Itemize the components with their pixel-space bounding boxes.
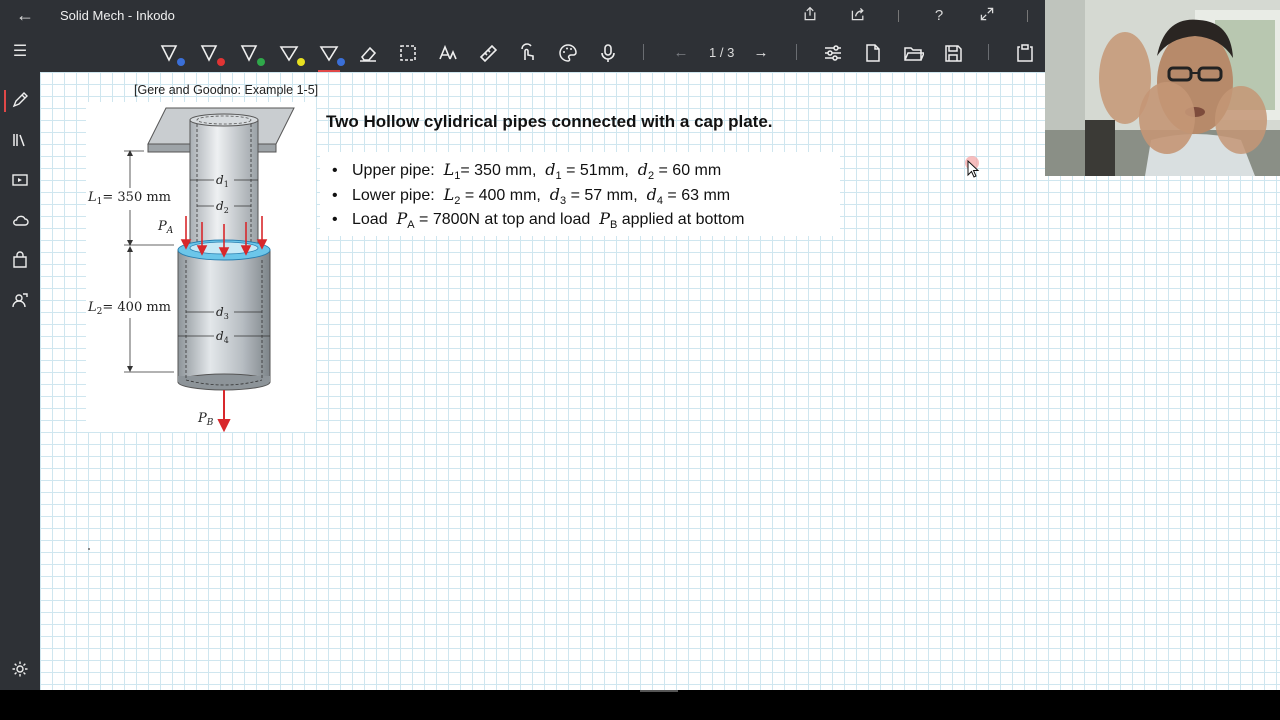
app-window: ← Solid Mech - Inkodo ? ☰ ← 1 / 3 → [Ger… — [0, 0, 1280, 720]
store-bag-icon[interactable] — [8, 248, 32, 272]
pen-red-tool[interactable] — [196, 40, 225, 66]
problem-bullets: • Upper pipe: L1= 350 mm, d1 = 51mm, d2 =… — [320, 152, 840, 236]
math-subscript: 1 — [555, 170, 562, 182]
math-symbol: P — [599, 209, 610, 228]
math-subscript: 2 — [454, 194, 461, 207]
export-icon[interactable] — [847, 6, 869, 26]
pen-color-dot — [217, 58, 225, 66]
active-indicator — [4, 90, 6, 112]
divider — [796, 44, 797, 60]
previous-page-icon[interactable]: ← — [668, 40, 694, 66]
value-text: = 57 mm, — [570, 186, 638, 204]
bullet-lower-pipe: • Lower pipe: L2 = 400 mm, d3 = 57 mm, d4… — [332, 183, 840, 208]
palette-icon[interactable] — [555, 40, 581, 66]
value-text: = 400 mm, — [464, 186, 541, 204]
share-icon[interactable] — [799, 6, 821, 26]
touch-draw-icon[interactable] — [515, 40, 541, 66]
value-text: = 51mm, — [566, 162, 629, 179]
math-subscript: A — [407, 219, 415, 231]
open-folder-icon[interactable] — [900, 40, 926, 66]
math-symbol: P — [396, 209, 408, 228]
problem-heading: Two Hollow cylidrical pipes connected wi… — [326, 112, 773, 131]
window-title: Solid Mech - Inkodo — [60, 8, 175, 23]
pen-color-dot — [337, 58, 345, 66]
PB-label: PB — [197, 411, 214, 428]
settings-sliders-icon[interactable] — [820, 40, 846, 66]
L2-label: L2= 400 mm — [87, 300, 171, 317]
expand-icon[interactable] — [976, 6, 998, 26]
bullet-label: Upper pipe: — [352, 162, 435, 179]
math-subscript: B — [609, 219, 618, 231]
bullet-dot: • — [332, 211, 338, 228]
new-page-icon[interactable] — [860, 40, 886, 66]
gear-icon[interactable] — [8, 657, 32, 681]
bottom-bar — [0, 690, 1280, 720]
value-text: = 350 mm, — [460, 162, 537, 179]
citation-text: [Gere and Goodno: Example 1-5] — [134, 83, 319, 97]
load-arrow-pb — [217, 390, 231, 433]
divider — [643, 44, 644, 60]
microphone-icon[interactable] — [595, 40, 621, 66]
bullet-label: Load — [352, 211, 388, 228]
PA-label: PA — [157, 219, 174, 236]
highlighter-yellow-tool[interactable] — [276, 40, 305, 66]
webcam-video-overlay — [1045, 0, 1280, 176]
ink-dot — [88, 548, 90, 550]
pipe-diagram: L1= 350 mm L2= 400 mm PA PB d1 d2 d3 d4 — [86, 102, 316, 433]
value-text: = 63 mm — [667, 186, 731, 204]
help-icon[interactable]: ? — [928, 6, 950, 26]
bullet-label: Lower pipe: — [352, 186, 435, 204]
pen-color-dot — [177, 58, 185, 66]
L1-label: L1= 350 mm — [87, 190, 171, 207]
page-indicator: 1 / 3 — [709, 45, 735, 60]
divider — [1027, 10, 1028, 22]
scroll-handle[interactable] — [640, 690, 678, 692]
math-symbol: d — [549, 184, 560, 204]
presenter-video-frame — [1045, 0, 1280, 176]
math-symbol: L — [443, 160, 455, 179]
pen-mode-icon[interactable] — [8, 88, 32, 112]
text-tool-icon[interactable] — [435, 40, 461, 66]
value-text: = 7800N at top and load — [419, 211, 591, 228]
pen-green-tool[interactable] — [236, 40, 265, 66]
cloud-icon[interactable] — [8, 208, 32, 232]
left-sidebar — [0, 72, 40, 690]
next-page-icon[interactable]: → — [748, 40, 774, 66]
pen-blue-tool[interactable] — [156, 40, 185, 66]
math-symbol: d — [545, 160, 556, 179]
bullet-dot: • — [332, 186, 338, 204]
math-symbol: d — [637, 160, 648, 179]
lasso-select-icon[interactable] — [395, 40, 421, 66]
arrow-left-icon[interactable]: ← — [14, 4, 36, 26]
value-text: applied at bottom — [621, 211, 745, 228]
library-icon[interactable] — [8, 128, 32, 152]
highlighter-blue-tool[interactable] — [316, 40, 345, 72]
mouse-cursor-icon — [962, 155, 982, 179]
divider — [988, 44, 989, 60]
bullet-upper-pipe: • Upper pipe: L1= 350 mm, d1 = 51mm, d2 =… — [332, 158, 840, 183]
menu-icon[interactable]: ☰ — [10, 42, 30, 62]
bullet-load: • Load PA = 7800N at top and load PB appl… — [332, 207, 840, 232]
pen-color-dot — [297, 58, 305, 66]
math-subscript: 3 — [559, 194, 567, 207]
math-symbol: d — [646, 184, 657, 204]
ruler-icon[interactable] — [475, 40, 501, 66]
value-text: = 60 mm — [658, 162, 722, 179]
feedback-icon[interactable] — [8, 288, 32, 312]
bullet-dot: • — [332, 162, 338, 179]
math-symbol: L — [443, 184, 455, 204]
math-subscript: 2 — [647, 170, 655, 182]
save-icon[interactable] — [940, 40, 966, 66]
slides-icon[interactable] — [8, 168, 32, 192]
pen-color-dot — [257, 58, 265, 66]
pipe-diagram-svg: L1= 350 mm L2= 400 mm PA PB d1 d2 d3 d4 — [87, 107, 295, 433]
divider — [898, 10, 899, 22]
clipboard-icon[interactable] — [1012, 40, 1038, 66]
math-subscript: 4 — [656, 194, 663, 207]
eraser-icon[interactable] — [355, 40, 381, 66]
